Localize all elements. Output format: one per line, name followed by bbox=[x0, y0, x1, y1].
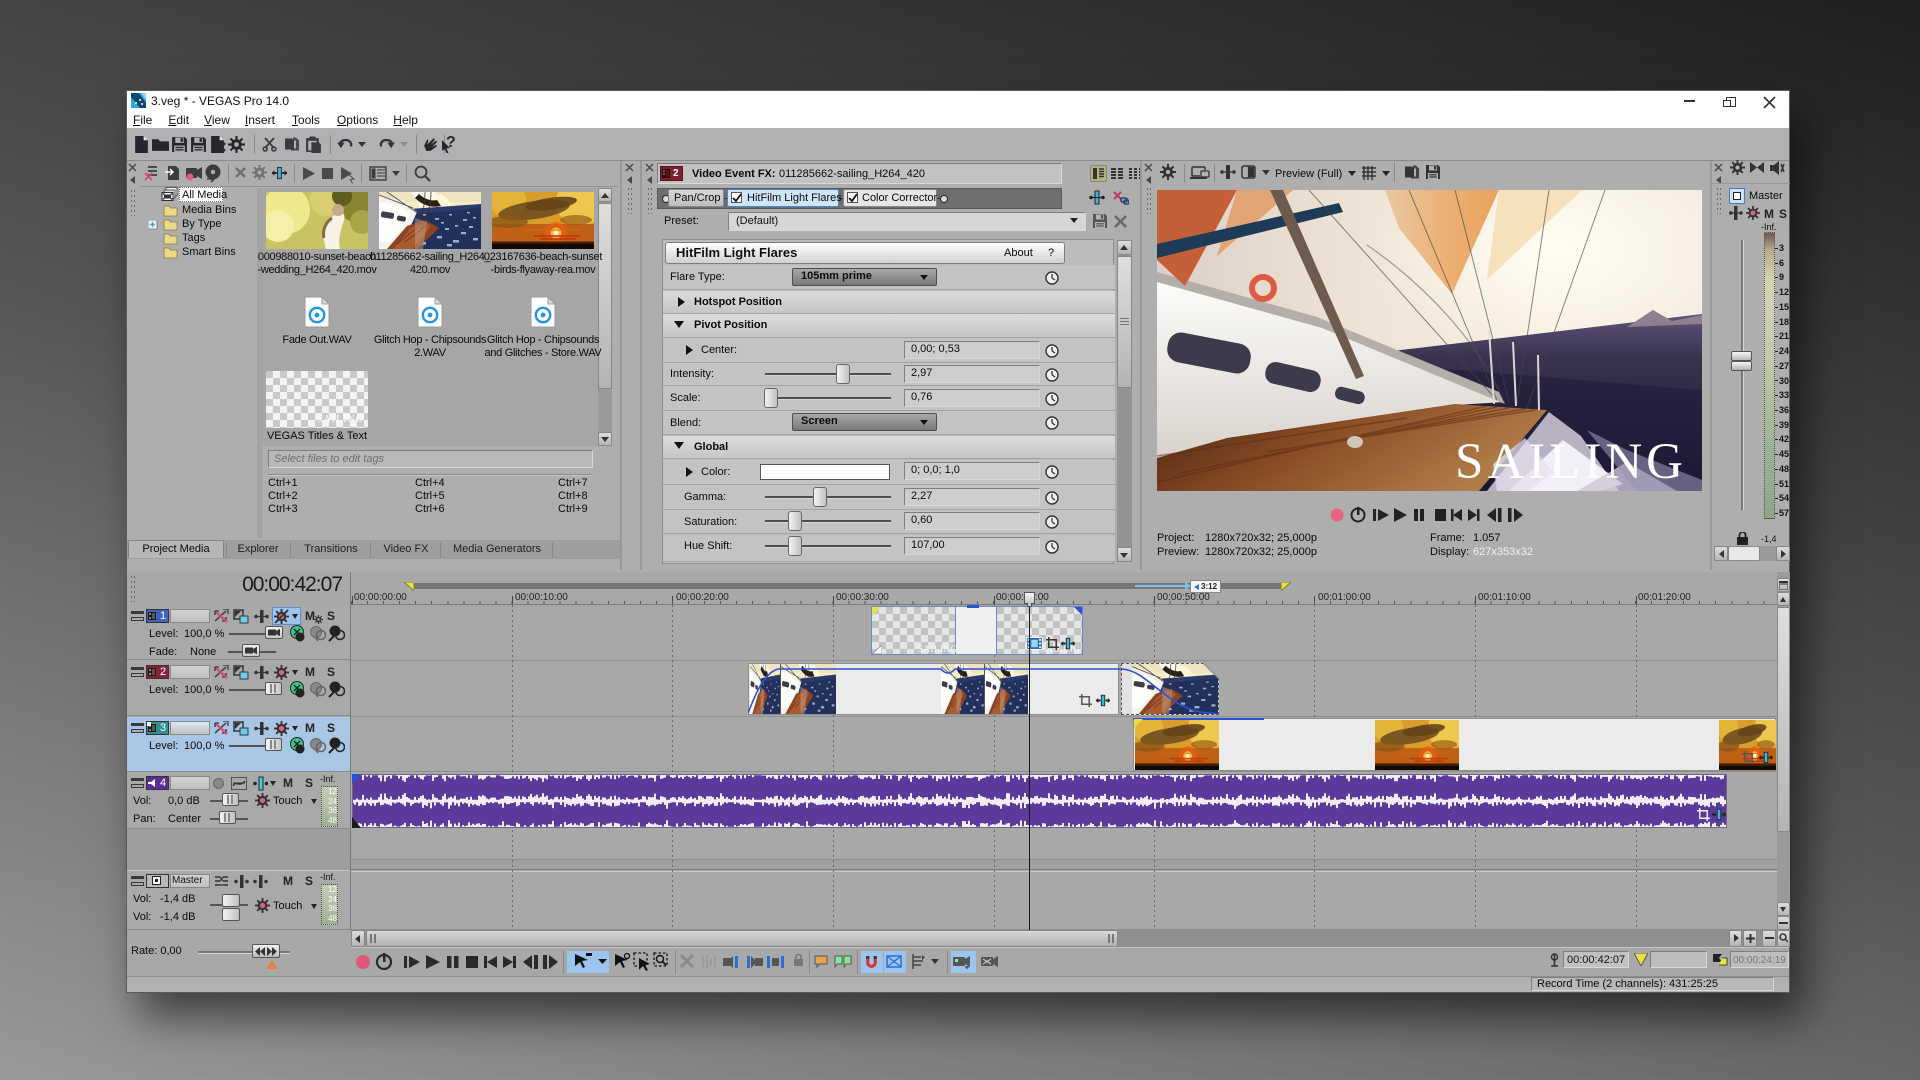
svg-text:SAILING: SAILING bbox=[1455, 434, 1687, 490]
svg-text:M: M bbox=[1764, 207, 1774, 221]
svg-text:S: S bbox=[1779, 207, 1787, 221]
